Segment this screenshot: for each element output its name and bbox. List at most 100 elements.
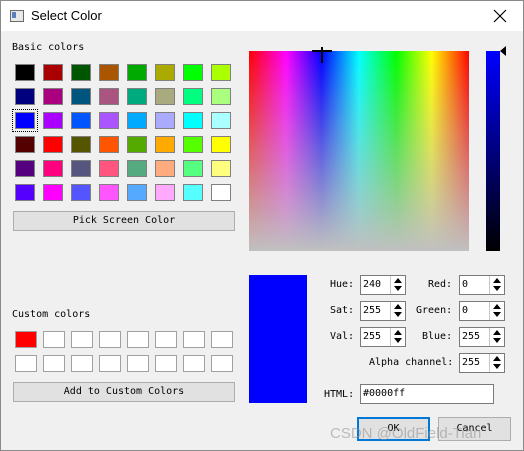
custom-color-swatch[interactable] — [43, 355, 65, 372]
basic-color-swatch[interactable] — [155, 184, 175, 201]
green-spinbox[interactable]: 0 — [459, 301, 505, 321]
basic-color-swatch[interactable] — [155, 136, 175, 153]
custom-color-swatch[interactable] — [127, 331, 149, 348]
alpha-stepper[interactable] — [489, 354, 504, 372]
basic-color-swatch[interactable] — [211, 64, 231, 81]
custom-color-swatch[interactable] — [183, 355, 205, 372]
basic-color-swatch[interactable] — [71, 88, 91, 105]
basic-color-swatch[interactable] — [155, 160, 175, 177]
spin-up-icon[interactable] — [394, 304, 402, 309]
basic-color-swatch[interactable] — [127, 184, 147, 201]
basic-color-swatch[interactable] — [71, 112, 91, 129]
basic-color-swatch[interactable] — [71, 136, 91, 153]
basic-color-swatch[interactable] — [43, 136, 63, 153]
close-button[interactable] — [477, 1, 523, 31]
alpha-spinbox[interactable]: 255 — [459, 353, 505, 373]
basic-color-swatch[interactable] — [15, 88, 35, 105]
hue-saturation-picker[interactable] — [249, 51, 469, 251]
basic-color-swatch[interactable] — [183, 184, 203, 201]
val-stepper[interactable] — [390, 328, 405, 346]
hue-stepper[interactable] — [390, 276, 405, 294]
blue-stepper[interactable] — [489, 328, 504, 346]
spin-up-icon[interactable] — [394, 278, 402, 283]
basic-color-swatch[interactable] — [183, 88, 203, 105]
basic-color-swatch[interactable] — [183, 112, 203, 129]
add-to-custom-colors-button[interactable]: Add to Custom Colors — [13, 382, 235, 402]
spin-up-icon[interactable] — [493, 330, 501, 335]
green-stepper[interactable] — [489, 302, 504, 320]
basic-color-swatch[interactable] — [211, 184, 231, 201]
red-spinbox[interactable]: 0 — [459, 275, 505, 295]
basic-color-swatch[interactable] — [99, 136, 119, 153]
basic-color-swatch[interactable] — [155, 88, 175, 105]
spin-up-icon[interactable] — [493, 356, 501, 361]
basic-color-swatch[interactable] — [71, 64, 91, 81]
basic-color-swatch[interactable] — [127, 160, 147, 177]
basic-color-swatch[interactable] — [15, 160, 35, 177]
spin-up-icon[interactable] — [493, 304, 501, 309]
custom-color-swatch[interactable] — [43, 331, 65, 348]
spin-down-icon[interactable] — [394, 338, 402, 343]
basic-color-swatch[interactable] — [211, 136, 231, 153]
basic-color-swatch[interactable] — [155, 112, 175, 129]
basic-color-swatch[interactable] — [43, 112, 63, 129]
pick-screen-color-button[interactable]: Pick Screen Color — [13, 211, 235, 231]
basic-color-swatch[interactable] — [183, 160, 203, 177]
basic-color-swatch[interactable] — [15, 64, 35, 81]
basic-color-swatch[interactable] — [183, 64, 203, 81]
basic-color-swatch[interactable] — [211, 88, 231, 105]
basic-color-swatch[interactable] — [99, 160, 119, 177]
basic-color-swatch[interactable] — [127, 112, 147, 129]
basic-color-swatch[interactable] — [99, 112, 119, 129]
basic-color-swatch[interactable] — [211, 112, 231, 129]
basic-color-swatch[interactable] — [15, 184, 35, 201]
html-color-input[interactable]: #0000ff — [360, 384, 494, 404]
custom-color-swatch[interactable] — [71, 331, 93, 348]
basic-color-swatch[interactable] — [99, 64, 119, 81]
basic-color-swatch[interactable] — [43, 64, 63, 81]
custom-color-swatch[interactable] — [71, 355, 93, 372]
basic-color-swatch[interactable] — [127, 88, 147, 105]
spin-up-icon[interactable] — [493, 278, 501, 283]
basic-color-swatch[interactable] — [15, 136, 35, 153]
basic-color-swatch[interactable] — [155, 64, 175, 81]
custom-color-swatch[interactable] — [15, 355, 37, 372]
basic-color-swatch[interactable] — [71, 184, 91, 201]
custom-color-swatch[interactable] — [155, 355, 177, 372]
spin-down-icon[interactable] — [493, 286, 501, 291]
spin-down-icon[interactable] — [394, 286, 402, 291]
basic-color-swatch[interactable] — [183, 136, 203, 153]
luminance-slider[interactable] — [486, 51, 500, 251]
spin-down-icon[interactable] — [394, 312, 402, 317]
basic-color-swatch[interactable] — [127, 136, 147, 153]
sat-spinbox[interactable]: 255 — [360, 301, 406, 321]
red-stepper[interactable] — [489, 276, 504, 294]
cancel-button[interactable]: Cancel — [438, 417, 511, 441]
luminance-arrow-icon[interactable] — [500, 46, 506, 56]
basic-color-swatch[interactable] — [127, 64, 147, 81]
spin-down-icon[interactable] — [493, 364, 501, 369]
custom-color-swatch[interactable] — [127, 355, 149, 372]
basic-color-swatch[interactable] — [43, 160, 63, 177]
blue-spinbox[interactable]: 255 — [459, 327, 505, 347]
custom-color-swatch[interactable] — [155, 331, 177, 348]
spin-up-icon[interactable] — [394, 330, 402, 335]
basic-color-swatch[interactable] — [99, 184, 119, 201]
custom-color-swatch[interactable] — [211, 331, 233, 348]
basic-color-swatch[interactable] — [99, 88, 119, 105]
ok-button[interactable]: OK — [357, 417, 430, 441]
basic-color-swatch[interactable] — [43, 184, 63, 201]
basic-color-swatch[interactable] — [71, 160, 91, 177]
custom-color-swatch[interactable] — [99, 331, 121, 348]
custom-color-swatch[interactable] — [99, 355, 121, 372]
basic-color-swatch[interactable] — [12, 109, 38, 132]
custom-color-swatch[interactable] — [183, 331, 205, 348]
custom-color-swatch[interactable] — [211, 355, 233, 372]
spin-down-icon[interactable] — [493, 338, 501, 343]
spin-down-icon[interactable] — [493, 312, 501, 317]
hue-spinbox[interactable]: 240 — [360, 275, 406, 295]
custom-color-swatch[interactable] — [15, 331, 37, 348]
val-spinbox[interactable]: 255 — [360, 327, 406, 347]
basic-color-swatch[interactable] — [43, 88, 63, 105]
sat-stepper[interactable] — [390, 302, 405, 320]
